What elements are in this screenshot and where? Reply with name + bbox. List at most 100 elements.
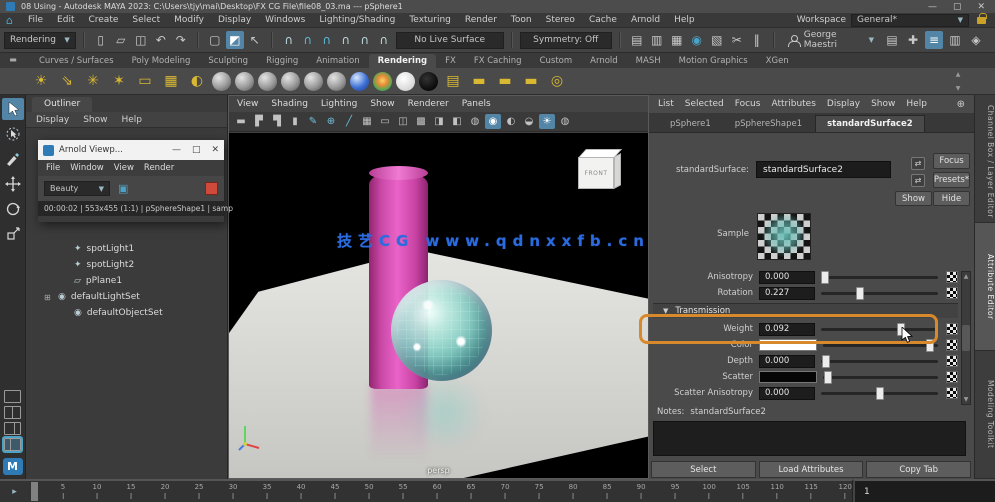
snap-magnet-icon[interactable]: ∩ (318, 31, 336, 49)
home-icon[interactable]: ⌂ (6, 14, 13, 27)
shelf-material-sphere[interactable] (212, 71, 231, 91)
slider-handle[interactable] (875, 386, 884, 400)
ae-menu-item[interactable]: Attributes (771, 99, 815, 109)
shelf-tab[interactable]: Motion Graphics (670, 54, 757, 68)
viewport-menu-item[interactable]: View (237, 99, 258, 109)
snap-magnet-icon[interactable]: ∩ (375, 31, 393, 49)
menu-item[interactable]: Cache (582, 15, 624, 25)
shelf-tab[interactable]: XGen (757, 54, 798, 68)
shelf-tool-icon[interactable]: ▬ (520, 70, 542, 92)
live-surface-field[interactable]: No Live Surface (395, 31, 504, 49)
shelf-material-sphere[interactable] (281, 71, 300, 91)
scroll-down-icon[interactable]: ▼ (956, 85, 961, 92)
sidebar-vertical-tab[interactable]: Attribute Editor (975, 223, 995, 351)
shelf-material-sphere[interactable] (235, 71, 254, 91)
menu-item[interactable]: Windows (258, 15, 312, 25)
3d-scene[interactable]: FRONT 技艺CG www.qdnxxfb.cn persp (229, 133, 648, 478)
current-frame-marker[interactable] (31, 482, 38, 501)
attribute-value-field[interactable]: 0.092 (759, 322, 815, 336)
timeline-tick[interactable]: 95 (671, 483, 680, 499)
map-checker-button[interactable] (946, 355, 958, 367)
menu-item[interactable]: Help (667, 15, 702, 25)
snap-magnet-icon[interactable]: ∩ (280, 31, 298, 49)
map-checker-button[interactable] (946, 271, 958, 283)
viewport-toolbar-icon[interactable]: ▬ (233, 114, 249, 129)
map-checker-button[interactable] (946, 387, 958, 399)
ae-footer-button[interactable]: Load Attributes (758, 461, 864, 478)
map-checker-button[interactable] (946, 371, 958, 383)
shelf-tab[interactable]: FX Caching (465, 54, 531, 68)
ae-node-tab[interactable]: pSphereShape1 (724, 116, 813, 132)
swap-node-icon[interactable]: ⇄ (911, 174, 925, 187)
shelf-tab[interactable]: Poly Modeling (123, 54, 200, 68)
maximize-button[interactable]: □ (192, 145, 201, 155)
paint-select-tool[interactable] (2, 148, 24, 170)
swap-node-icon[interactable]: ⇄ (911, 157, 925, 170)
focus-button[interactable]: Focus (933, 153, 970, 169)
attribute-slider[interactable] (821, 386, 938, 400)
timeline-tick[interactable]: 90 (637, 483, 646, 499)
menu-item[interactable]: File (21, 15, 50, 25)
current-frame-field[interactable]: 1 (853, 479, 995, 502)
menu-set-select[interactable]: Rendering ▼ (4, 31, 76, 49)
layout-single-pane-button[interactable] (4, 390, 21, 403)
render-icon[interactable]: ◉ (688, 31, 706, 49)
symmetry-field[interactable]: Symmetry: Off (519, 31, 612, 49)
render-icon[interactable]: ▥ (648, 31, 666, 49)
ae-menu-item[interactable]: Show (871, 99, 895, 109)
viewport-toolbar-icon[interactable]: ☀ (539, 114, 555, 129)
time-slider[interactable]: 5 10 15 20 25 30 35 40 45 50 55 60 65 70 75 80 85 90 95 100… (29, 479, 853, 502)
shelf-tool-icon[interactable]: ✶ (108, 70, 130, 92)
ae-node-tab[interactable]: standardSurface2 (815, 115, 925, 132)
render-icon[interactable]: ‖ (748, 31, 766, 49)
menu-item[interactable]: Edit (50, 15, 81, 25)
arnold-menu-item[interactable]: View (114, 163, 134, 173)
pin-icon[interactable]: ⊕ (957, 99, 965, 110)
attribute-value-field[interactable]: 0.227 (759, 286, 815, 300)
attribute-value-field[interactable]: 0.000 (759, 386, 815, 400)
timeline-tick[interactable]: 65 (467, 483, 476, 499)
outliner-menu-item[interactable]: Help (121, 115, 142, 125)
shelf-tab[interactable]: Rigging (257, 54, 307, 68)
lock-icon[interactable] (977, 12, 987, 24)
snap-magnet-icon[interactable]: ∩ (356, 31, 374, 49)
timeline-tick[interactable]: 75 (535, 483, 544, 499)
shelf-tab[interactable]: Animation (307, 54, 368, 68)
slider-handle[interactable] (821, 354, 830, 368)
shelf-tool-icon[interactable]: ▭ (134, 70, 156, 92)
shelf-scrollbar[interactable]: ▲ ▼ (952, 69, 964, 94)
slider-handle[interactable] (820, 270, 829, 284)
arnold-menu-item[interactable]: Render (144, 163, 174, 173)
view-cube-side-face[interactable] (614, 153, 621, 189)
node-name-field[interactable]: standardSurface2 (756, 161, 891, 178)
shelf-tab[interactable]: Custom (531, 54, 582, 68)
scale-tool[interactable] (2, 223, 24, 245)
scroll-down-icon[interactable]: ▼ (964, 396, 969, 403)
viewport-toolbar-icon[interactable]: ◍ (557, 114, 573, 129)
lasso-tool[interactable] (2, 123, 24, 145)
selection-mask-icon[interactable]: ◩ (225, 31, 244, 49)
timeline-tick[interactable]: 5 (61, 483, 65, 499)
rotate-tool[interactable] (2, 198, 24, 220)
sidebar-toggle-icon[interactable]: ◈ (967, 31, 985, 49)
ae-menu-item[interactable]: Help (906, 99, 927, 109)
menu-item[interactable]: Modify (167, 15, 211, 25)
render-icon[interactable]: ▧ (708, 31, 726, 49)
snap-magnet-icon[interactable]: ∩ (299, 31, 317, 49)
attribute-slider[interactable] (823, 370, 938, 384)
shelf-tool-icon[interactable]: ☀ (30, 70, 52, 92)
sidebar-vertical-tab[interactable]: Modeling Toolkit (975, 351, 995, 479)
viewport-toolbar-icon[interactable]: ◐ (503, 114, 519, 129)
slider-handle[interactable] (925, 338, 934, 352)
outliner-menu-item[interactable]: Display (36, 115, 69, 125)
shelf-tab[interactable]: Sculpting (199, 54, 257, 68)
render-icon[interactable]: ✂ (728, 31, 746, 49)
attribute-slider[interactable] (821, 286, 938, 300)
layout-outliner-persp-button[interactable] (2, 436, 23, 453)
hide-button[interactable]: Hide (933, 191, 970, 206)
ae-menu-item[interactable]: Selected (685, 99, 724, 109)
attribute-value-field[interactable]: 0.000 (759, 354, 815, 368)
attribute-value-field[interactable]: 0.000 (759, 270, 815, 284)
viewport-toolbar-icon[interactable]: ▮ (287, 114, 303, 129)
attribute-slider[interactable] (821, 354, 938, 368)
